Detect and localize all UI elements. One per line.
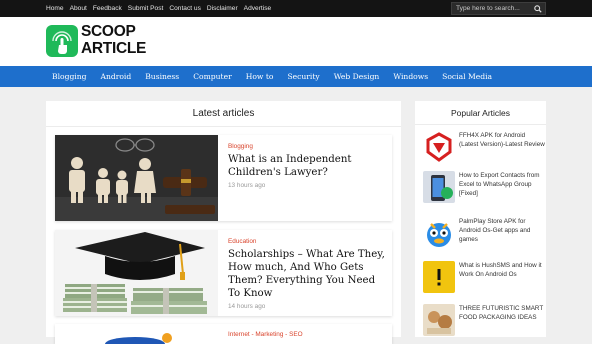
popular-item[interactable]: PalmPlay Store APK for Android Os-Get ap…	[423, 217, 543, 251]
popular-item-title[interactable]: What is HushSMS and How it Work On Andro…	[459, 261, 545, 279]
article-thumbnail-family-gavel[interactable]	[55, 135, 218, 221]
popular-thumbnail[interactable]	[423, 304, 455, 336]
popular-item[interactable]: FFH4X APK for Android (Latest Version)-L…	[423, 131, 545, 165]
article-thumbnail-graduation[interactable]	[55, 230, 218, 316]
popular-articles-panel: Popular Articles FFH4X APK for Android (…	[415, 101, 546, 337]
top-bar: Home About Feedback Submit Post Contact …	[0, 0, 592, 17]
search-box	[451, 2, 546, 15]
top-nav-disclaimer-link[interactable]: Disclaimer	[207, 5, 238, 12]
popular-item[interactable]: THREE FUTURISTIC SMART FOOD PACKAGING ID…	[423, 304, 543, 338]
article-category[interactable]: Education	[228, 238, 256, 245]
popular-thumbnail[interactable]	[423, 171, 455, 203]
top-nav-contact-link[interactable]: Contact us	[169, 5, 201, 12]
popular-item-title[interactable]: PalmPlay Store APK for Android Os-Get ap…	[459, 217, 545, 244]
nav-item-how-to[interactable]: How to	[246, 72, 274, 81]
popular-thumbnail[interactable]	[423, 261, 455, 293]
palmplay-mascot-icon	[423, 217, 455, 249]
top-nav-feedback-link[interactable]: Feedback	[93, 5, 122, 12]
logo-icon[interactable]	[46, 25, 78, 57]
search-button[interactable]	[531, 3, 545, 14]
nav-item-computer[interactable]: Computer	[193, 72, 232, 81]
popular-item-title[interactable]: THREE FUTURISTIC SMART FOOD PACKAGING ID…	[459, 304, 545, 322]
logo-line-2: ARTICLE	[81, 39, 147, 57]
article-card[interactable]: Internet - Marketing - SEO	[55, 324, 392, 344]
article-time: 13 hours ago	[228, 182, 266, 189]
nav-item-windows[interactable]: Windows	[393, 72, 428, 81]
popular-item-title[interactable]: FFH4X APK for Android (Latest Version)-L…	[459, 131, 545, 149]
latest-articles-panel: Latest articles Blogging What is an Inde…	[46, 101, 401, 344]
article-time: 14 hours ago	[228, 303, 266, 310]
nav-item-security[interactable]: Security	[287, 72, 319, 81]
popular-articles-heading: Popular Articles	[415, 101, 546, 125]
nav-item-business[interactable]: Business	[145, 72, 179, 81]
graduation-cap-money-image	[55, 230, 218, 316]
marketing-image	[55, 324, 218, 344]
top-nav: Home About Feedback Submit Post Contact …	[46, 0, 271, 17]
tap-hand-icon	[52, 31, 72, 54]
article-category[interactable]: Blogging	[228, 143, 253, 150]
popular-item-title[interactable]: How to Export Contacts from Excel to Wha…	[459, 171, 545, 198]
popular-thumbnail[interactable]	[423, 131, 455, 163]
nav-item-web-design[interactable]: Web Design	[334, 72, 380, 81]
search-input[interactable]	[452, 3, 531, 14]
food-packaging-icon	[423, 304, 455, 336]
logo-line-1: SCOOP	[81, 23, 136, 40]
article-title[interactable]: Scholarships – What Are They, How much, …	[228, 248, 388, 300]
nav-item-social-media[interactable]: Social Media	[442, 72, 492, 81]
ffh4x-logo-icon	[423, 131, 455, 163]
family-gavel-image	[55, 135, 218, 221]
article-card[interactable]: Blogging What is an Independent Children…	[55, 135, 392, 221]
nav-item-android[interactable]: Android	[100, 72, 131, 81]
article-title[interactable]: What is an Independent Children's Lawyer…	[228, 153, 388, 179]
top-nav-about-link[interactable]: About	[70, 5, 87, 12]
popular-thumbnail[interactable]	[423, 217, 455, 249]
top-nav-submit-post-link[interactable]: Submit Post	[128, 5, 164, 12]
popular-item[interactable]: How to Export Contacts from Excel to Wha…	[423, 171, 543, 205]
article-thumbnail-marketing[interactable]	[55, 324, 218, 344]
nav-item-blogging[interactable]: Blogging	[52, 72, 86, 81]
article-card[interactable]: Education Scholarships – What Are They, …	[55, 230, 392, 316]
logo-text[interactable]: SCOOP ARTICLE	[81, 24, 146, 56]
top-nav-home-link[interactable]: Home	[46, 5, 64, 12]
search-icon	[534, 4, 542, 13]
phone-whatsapp-icon	[423, 171, 455, 203]
hushsms-warning-icon	[423, 261, 455, 293]
main-nav: Blogging Android Business Computer How t…	[0, 66, 592, 87]
site-header: SCOOP ARTICLE	[0, 17, 592, 66]
popular-item[interactable]: What is HushSMS and How it Work On Andro…	[423, 261, 543, 295]
latest-articles-heading: Latest articles	[46, 101, 401, 127]
top-nav-advertise-link[interactable]: Advertise	[244, 5, 272, 12]
